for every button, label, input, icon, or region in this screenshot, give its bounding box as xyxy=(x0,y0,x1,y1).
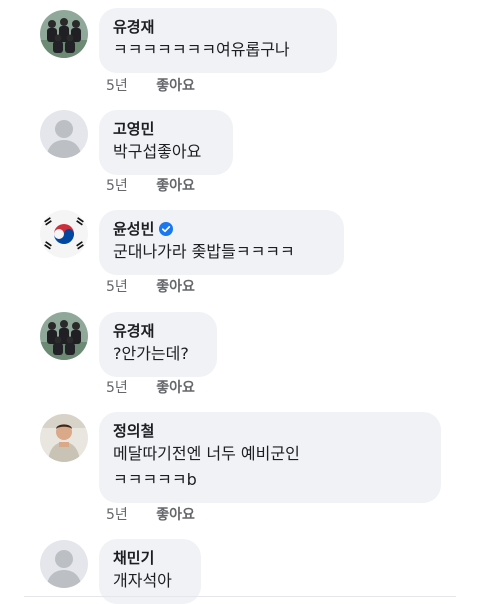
comment-text: 군대나가라 좆밥들ㅋㅋㅋㅋ xyxy=(113,242,295,261)
comment-text: 박구섭좋아요 xyxy=(113,142,202,161)
comment-meta: 5년 좋아요 xyxy=(106,278,195,296)
korean-flag-avatar-icon xyxy=(40,210,88,258)
comment-text: 개자석아 xyxy=(113,571,172,590)
like-button[interactable]: 좋아요 xyxy=(156,278,195,296)
avatar[interactable] xyxy=(40,414,88,462)
commenter-name-label[interactable]: 윤성빈 xyxy=(113,219,154,239)
comment-bubble: 정의철 메달따기전엔 너두 예비군인 ㅋㅋㅋㅋㅋb xyxy=(99,412,441,503)
like-button[interactable]: 좋아요 xyxy=(156,77,195,95)
comment-bubble: 고영민 박구섭좋아요 xyxy=(99,110,233,175)
comment-meta: 5년 좋아요 xyxy=(106,177,195,195)
comment-bubble: 윤성빈 군대나가라 좆밥들ㅋㅋㅋㅋ xyxy=(99,210,344,275)
default-profile-avatar-icon xyxy=(40,110,88,158)
commenter-name[interactable]: 유경재 xyxy=(113,321,203,341)
comment-text: ㅋㅋㅋㅋㅋㅋㅋ여유롭구나 xyxy=(113,40,290,59)
person-photo-avatar-icon xyxy=(40,414,88,462)
comment-bubble: 유경재 ?안가는데? xyxy=(99,312,217,377)
comment-time[interactable]: 5년 xyxy=(106,177,128,195)
avatar[interactable] xyxy=(40,210,88,258)
comment-text: 메달따기전엔 너두 예비군인 ㅋㅋㅋㅋㅋb xyxy=(113,444,300,489)
avatar[interactable] xyxy=(40,540,88,588)
comment-bubble: 채민기 개자석아 xyxy=(99,539,201,604)
group-photo-avatar-icon xyxy=(40,10,88,58)
commenter-name[interactable]: 윤성빈 xyxy=(113,219,330,239)
comment-bubble: 유경재 ㅋㅋㅋㅋㅋㅋㅋ여유롭구나 xyxy=(99,8,337,73)
like-button[interactable]: 좋아요 xyxy=(156,379,195,397)
comment-meta: 5년 좋아요 xyxy=(106,77,195,95)
comment-time[interactable]: 5년 xyxy=(106,278,128,296)
divider xyxy=(24,596,456,597)
avatar[interactable] xyxy=(40,10,88,58)
like-button[interactable]: 좋아요 xyxy=(156,177,195,195)
group-photo-avatar-icon xyxy=(40,312,88,360)
comment-time[interactable]: 5년 xyxy=(106,77,128,95)
like-button[interactable]: 좋아요 xyxy=(156,506,195,524)
commenter-name[interactable]: 고영민 xyxy=(113,119,219,139)
comment-time[interactable]: 5년 xyxy=(106,506,128,524)
comment-meta: 5년 좋아요 xyxy=(106,379,195,397)
commenter-name[interactable]: 정의철 xyxy=(113,421,427,441)
avatar[interactable] xyxy=(40,110,88,158)
comment-time[interactable]: 5년 xyxy=(106,379,128,397)
commenter-name[interactable]: 유경재 xyxy=(113,17,323,37)
default-profile-avatar-icon xyxy=(40,540,88,588)
comment-meta: 5년 좋아요 xyxy=(106,506,195,524)
commenter-name[interactable]: 채민기 xyxy=(113,548,187,568)
verified-badge-icon xyxy=(159,222,174,236)
avatar[interactable] xyxy=(40,312,88,360)
comment-text: ?안가는데? xyxy=(113,344,189,363)
